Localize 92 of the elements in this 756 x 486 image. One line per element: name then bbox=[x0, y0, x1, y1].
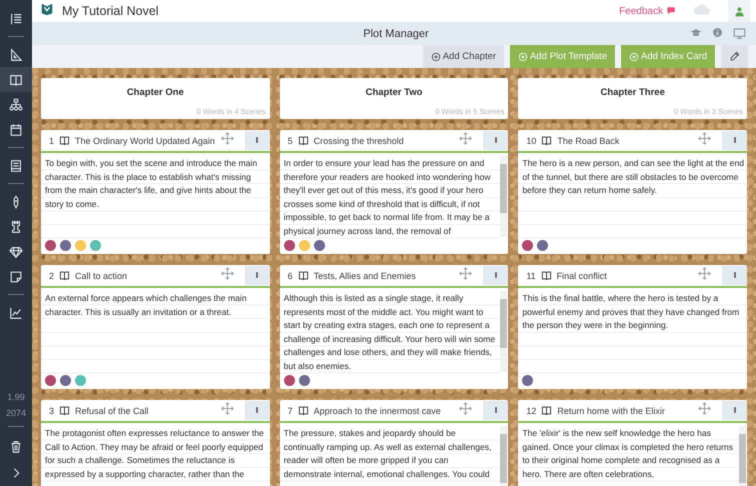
scene-title[interactable]: Call to action bbox=[75, 270, 216, 280]
tag-dot[interactable] bbox=[522, 240, 534, 251]
more-button[interactable] bbox=[483, 401, 508, 420]
chapter-title: Chapter One bbox=[126, 87, 184, 98]
scene-title[interactable]: Approach to the innermost cave bbox=[314, 406, 454, 416]
book-icon bbox=[59, 270, 70, 281]
scrollbar[interactable] bbox=[500, 426, 508, 486]
more-button[interactable] bbox=[483, 266, 508, 285]
scene-title[interactable]: Crossing the threshold bbox=[314, 136, 454, 146]
book-icon bbox=[9, 72, 23, 86]
tag-dot[interactable] bbox=[90, 240, 101, 251]
plus-circle-icon bbox=[518, 52, 528, 62]
plus-circle-icon bbox=[430, 52, 441, 62]
pencil-icon bbox=[729, 51, 740, 62]
tag-dot[interactable] bbox=[298, 375, 310, 386]
move-icon bbox=[459, 266, 472, 280]
notebook-icon bbox=[9, 158, 23, 172]
move-icon bbox=[459, 402, 472, 414]
book-icon bbox=[541, 135, 552, 146]
scene-number: 12 bbox=[526, 406, 536, 416]
move-icon bbox=[220, 402, 234, 414]
book-icon bbox=[540, 270, 552, 281]
move-icon bbox=[698, 266, 711, 280]
scrollbar[interactable] bbox=[500, 156, 508, 237]
tag-dot[interactable] bbox=[314, 240, 325, 251]
tag-dot[interactable] bbox=[284, 375, 295, 386]
sitemap-icon bbox=[9, 98, 23, 112]
monitor-icon bbox=[733, 27, 746, 40]
scene-text[interactable]: Although this is listed as a single stage, it really represents most of the middle act. You might want to start by creating extra stages, each one to represent a challenge of increasing difficult. Your hero will win some challenges and lose others, and they will make friends, but also enemies. bbox=[280, 288, 500, 374]
scene-title[interactable]: Tests, Allies and Enemies bbox=[314, 270, 454, 280]
version-text: 2074 bbox=[4, 407, 28, 420]
scene-text[interactable]: In order to ensure your lead has the pressure on and therefore your readers are hooked into wondering how they'll ever get out of this mess, it's good if your hero crosses some kind of threshold that is difficult, if not impossible, to get back to normal life from. It may be a physical journey across land, the removal of bbox=[280, 153, 500, 239]
page-title: Plot Manager bbox=[362, 28, 430, 40]
scene-number: 6 bbox=[288, 270, 293, 280]
chapter-title: Chapter Two bbox=[366, 87, 422, 98]
scene-title[interactable]: The Road Back bbox=[557, 136, 693, 146]
plus-circle-icon bbox=[628, 52, 639, 62]
trash-button[interactable] bbox=[9, 440, 23, 454]
move-icon bbox=[698, 132, 711, 144]
book-icon bbox=[541, 405, 552, 416]
scene-title[interactable]: Refusal of the Call bbox=[75, 406, 216, 416]
tag-dot[interactable] bbox=[537, 240, 548, 251]
move-icon bbox=[220, 132, 234, 144]
scene-text[interactable]: The pressure, stakes and jeopardy should be continually ramping up. As well as external challenges, reader will often be more gripped if you can demonstrate internal, emotional challenges. You could bbox=[280, 423, 500, 486]
user-button[interactable] bbox=[728, 0, 750, 22]
book-icon bbox=[298, 405, 309, 416]
add-chapter-button[interactable]: Add Chapter bbox=[422, 45, 504, 68]
book-icon bbox=[59, 405, 70, 416]
move-icon bbox=[220, 266, 234, 280]
sidebar-item[interactable] bbox=[0, 67, 32, 92]
tag-dot[interactable] bbox=[60, 240, 71, 251]
tag-dot[interactable] bbox=[75, 375, 86, 386]
chapter-title: Chapter Three bbox=[600, 87, 665, 98]
book-icon bbox=[298, 270, 309, 281]
scrollbar[interactable] bbox=[739, 426, 746, 486]
tag-dot[interactable] bbox=[75, 240, 86, 251]
scene-number: 11 bbox=[526, 270, 536, 280]
scene-number: 5 bbox=[288, 136, 293, 146]
tag-dot[interactable] bbox=[60, 375, 71, 386]
graduation-cap-icon bbox=[690, 27, 702, 39]
calendar-icon bbox=[9, 122, 23, 136]
book-icon bbox=[59, 135, 70, 146]
trash-icon bbox=[9, 440, 23, 454]
scene-number: 10 bbox=[526, 136, 536, 146]
version-text: 1.99 bbox=[6, 391, 26, 404]
more-button[interactable] bbox=[483, 131, 508, 150]
scene-title[interactable]: Final conflict bbox=[556, 270, 693, 280]
move-icon bbox=[459, 132, 472, 144]
diamond-icon bbox=[9, 244, 23, 258]
app-title: My Tutorial Novel bbox=[62, 4, 160, 18]
book-icon bbox=[298, 135, 309, 146]
tag-dot[interactable] bbox=[522, 375, 534, 386]
chess-rook-icon bbox=[9, 220, 23, 234]
list-icon bbox=[9, 12, 23, 26]
move-icon bbox=[698, 402, 711, 414]
tag-dot[interactable] bbox=[45, 375, 56, 386]
scrollbar[interactable] bbox=[500, 291, 508, 372]
edit-button[interactable] bbox=[721, 45, 748, 68]
scene-number: 7 bbox=[288, 406, 293, 416]
sticky-note-icon bbox=[9, 270, 23, 284]
line-chart-icon bbox=[9, 306, 23, 320]
scene-title[interactable]: Return home with the Elixir bbox=[557, 406, 693, 416]
info-icon bbox=[712, 27, 723, 38]
scene-number: 2 bbox=[49, 270, 54, 280]
tag-dot[interactable] bbox=[298, 240, 310, 251]
tag-dot[interactable] bbox=[284, 240, 295, 251]
user-icon bbox=[734, 6, 744, 16]
scene-title[interactable]: The Ordinary World Updated Again bbox=[75, 136, 216, 146]
scene-number: 1 bbox=[49, 136, 54, 146]
scene-number: 3 bbox=[49, 406, 54, 416]
tag-dot[interactable] bbox=[45, 240, 56, 251]
speech-bubble-icon bbox=[666, 6, 676, 16]
